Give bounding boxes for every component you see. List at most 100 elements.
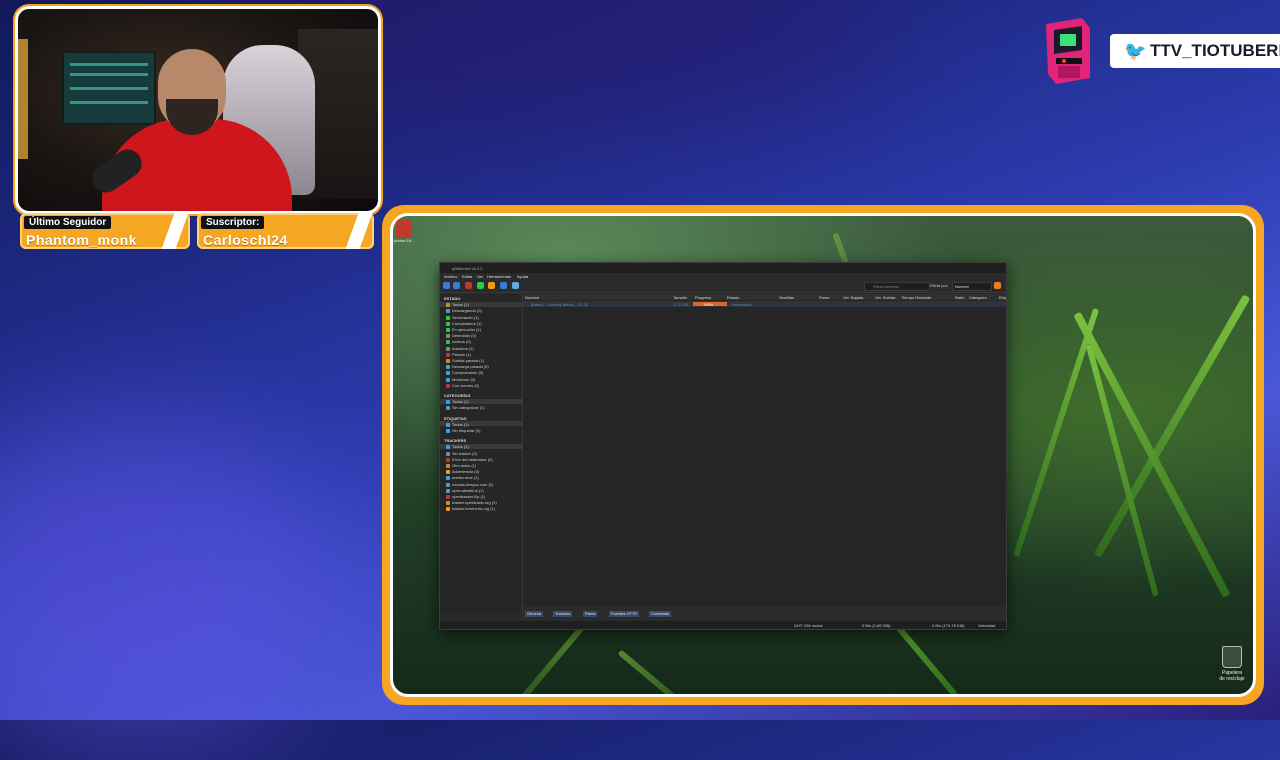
resume-icon[interactable] xyxy=(477,282,484,289)
sidebar-item[interactable]: Moviendo (0) xyxy=(446,377,475,382)
sidebar-header[interactable]: ESTADO xyxy=(444,296,460,301)
sidebar-header[interactable]: TRACKERS xyxy=(444,438,466,443)
tab-fuentes-http[interactable]: Fuentes HTTP xyxy=(609,611,640,617)
desktop-wallpaper: Adobe Ed... qBittorrent v5.1.2 Archivo E… xyxy=(390,213,1256,697)
column-header[interactable]: Vel. Bajada xyxy=(843,295,863,300)
sidebar-item[interactable]: tracker.opentrackr.org (1) xyxy=(446,500,497,506)
twitter-handle: TTV_TIOTUBERIA xyxy=(1150,41,1280,60)
sidebar-item[interactable]: Inactivos (1) xyxy=(446,346,474,351)
status-icon xyxy=(446,328,450,332)
column-header[interactable]: Tamaño xyxy=(673,295,687,300)
window-titlebar[interactable]: qBittorrent v5.1.2 xyxy=(440,263,1006,273)
sidebar-item[interactable]: opentracker.i2p (1) xyxy=(446,494,485,499)
sidebar-item[interactable]: Comprobando (0) xyxy=(446,370,483,376)
status-icon xyxy=(446,476,450,481)
status-bar: DHT: 296 nodos 0 B/s (2,89 GiB) 0 B/s (1… xyxy=(440,621,1006,629)
status-icon xyxy=(446,352,450,357)
add-link-icon[interactable] xyxy=(443,282,450,289)
filter-by-select[interactable]: Nombre xyxy=(952,282,992,291)
sidebar-item[interactable]: Todos (1) xyxy=(446,399,469,405)
tab-general[interactable]: General xyxy=(525,611,544,617)
column-header[interactable]: Nombre xyxy=(525,295,539,300)
column-header[interactable]: Ratio xyxy=(955,295,964,300)
column-header[interactable]: Pares xyxy=(819,295,829,300)
last-follower-label: Último Seguidor xyxy=(24,216,112,229)
sidebar-item[interactable]: Con errores (0) xyxy=(446,383,479,388)
sidebar-item[interactable]: Parado (1) xyxy=(446,352,471,357)
speed-button[interactable]: Velocidad xyxy=(978,623,995,628)
sidebar-item[interactable]: exodus.desync.com (1) xyxy=(446,482,493,487)
recycle-bin[interactable]: Papelera de reciclaje xyxy=(1219,646,1245,682)
torrent-list[interactable]: Nombre Tamaño Progreso Estado Semillas Pares V… xyxy=(523,294,1006,606)
sidebar-item[interactable]: Completados (1) xyxy=(446,321,482,326)
stop-icon[interactable] xyxy=(488,282,495,289)
menu-editar[interactable]: Editar xyxy=(462,274,472,279)
sidebar-item-label: Descargando (0) xyxy=(452,308,482,314)
column-header[interactable]: Etiq xyxy=(999,295,1006,300)
sidebar-item[interactable]: Descarga parada (0) xyxy=(446,364,489,370)
sidebar: ESTADO Todos (1) Descargando (0) Sembrando … xyxy=(440,294,523,614)
add-torrent-icon[interactable] xyxy=(453,282,460,289)
lock-icon[interactable] xyxy=(994,282,1001,289)
dht-status: DHT: 296 nodos xyxy=(794,623,823,628)
menu-ayuda[interactable]: Ayuda xyxy=(517,274,528,279)
sidebar-item[interactable]: Activos (0) xyxy=(446,339,471,345)
sidebar-item[interactable]: open.stealth.si (1) xyxy=(446,488,484,493)
filter-input[interactable]: Filtrar torrents... xyxy=(864,282,930,291)
delete-icon[interactable] xyxy=(465,282,472,289)
sidebar-item[interactable]: En ejecución (1) xyxy=(446,327,481,332)
settings-icon[interactable] xyxy=(512,282,519,289)
menu-herramientas[interactable]: Herramientas xyxy=(487,274,511,279)
status-icon xyxy=(446,406,450,411)
sidebar-item[interactable]: Detenidos (0) xyxy=(446,333,476,339)
sidebar-item[interactable]: tracker.torrent.eu.org (1) xyxy=(446,506,495,512)
column-header[interactable]: Estado xyxy=(727,295,739,300)
menu-ver[interactable]: Ver xyxy=(477,274,483,279)
status-icon xyxy=(446,482,450,487)
sidebar-item[interactable]: Todos (1) xyxy=(446,444,469,450)
sidebar-item[interactable]: Otro aviso (1) xyxy=(446,463,476,468)
sidebar-item[interactable]: Descargando (0) xyxy=(446,308,482,314)
sidebar-item[interactable]: Sin etiquetar (1) xyxy=(446,428,480,433)
sidebar-item[interactable]: Sin categorizar (1) xyxy=(446,405,485,411)
column-header[interactable]: Progreso xyxy=(695,295,711,300)
torrent-row[interactable]: [Batch] - Cowboy Bebop - 01-26 17.5 GiB … xyxy=(523,301,1006,307)
badge-stripe xyxy=(345,213,373,249)
sidebar-item[interactable]: Todos (1) xyxy=(446,302,469,308)
sidebar-item[interactable]: Subida parada (1) xyxy=(446,358,484,363)
tab-pares[interactable]: Pares xyxy=(583,611,598,617)
column-header[interactable]: Semillas xyxy=(779,295,794,300)
status-icon xyxy=(446,377,450,382)
twitter-banner: 🐦 TTV_TIOTUBERIA xyxy=(1110,34,1280,68)
status-icon xyxy=(446,422,450,427)
grass-blade xyxy=(617,649,698,694)
sidebar-item[interactable]: Todos (1) xyxy=(446,422,469,427)
options-icon[interactable] xyxy=(500,282,507,289)
sidebar-item-label: Todos (1) xyxy=(452,399,469,405)
status-icon xyxy=(446,359,450,363)
bottom-tabs: General Trackers Pares Fuentes HTTP Cont… xyxy=(523,610,1006,619)
qbittorrent-window[interactable]: qBittorrent v5.1.2 Archivo Editar Ver He… xyxy=(439,262,1007,630)
column-header[interactable]: Vel. Subida xyxy=(875,295,895,300)
sidebar-item[interactable]: Sembrando (1) xyxy=(446,315,479,320)
sidebar-item[interactable]: Error del rastreador (0) xyxy=(446,457,493,462)
background-monitor xyxy=(62,51,156,125)
filter-by-label: Filtrar por: xyxy=(930,283,949,288)
sidebar-item[interactable]: Sin tracker (0) xyxy=(446,451,477,456)
window-title: qBittorrent v5.1.2 xyxy=(452,266,483,271)
desktop-shortcut[interactable]: Adobe Ed... xyxy=(393,220,415,248)
sidebar-item[interactable]: anidex.moe (1) xyxy=(446,475,479,481)
subscriber-badge: Suscriptor: Carloschl24 xyxy=(197,213,374,249)
column-header[interactable]: Tiempo Restante xyxy=(901,295,931,300)
tab-trackers[interactable]: Trackers xyxy=(553,611,573,617)
menu-archivo[interactable]: Archivo xyxy=(444,274,457,279)
tab-contenido[interactable]: Contenido xyxy=(649,611,672,617)
status-icon xyxy=(446,495,450,499)
status-icon xyxy=(446,400,450,405)
status-icon xyxy=(446,501,450,506)
sidebar-item-label: Activos (0) xyxy=(452,339,471,345)
column-header[interactable]: Categoría xyxy=(969,295,987,300)
sidebar-item[interactable]: Advertencia (0) xyxy=(446,469,479,475)
sidebar-header[interactable]: ETIQUETAS xyxy=(444,416,467,421)
sidebar-header[interactable]: CATEGORÍAS xyxy=(444,393,470,398)
